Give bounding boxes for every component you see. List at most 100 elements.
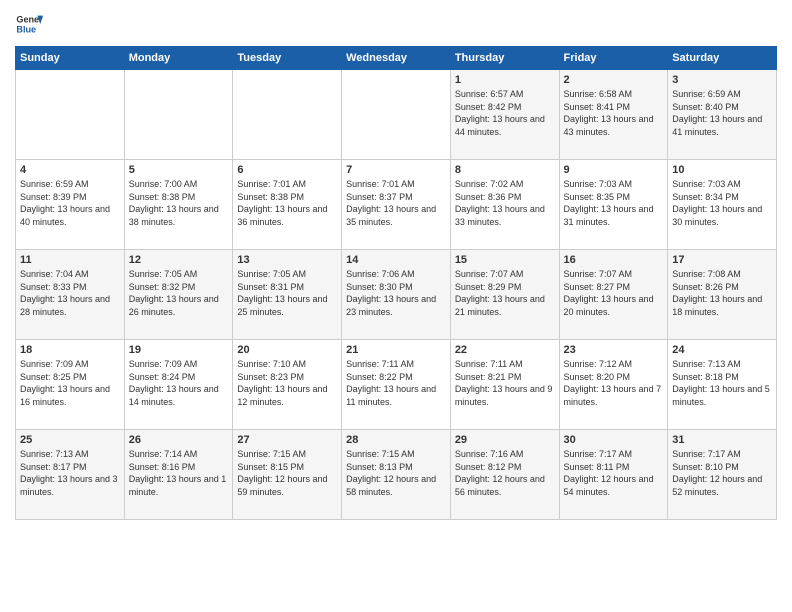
calendar-cell: 19 Sunrise: 7:09 AMSunset: 8:24 PMDayligh… [124, 340, 233, 430]
calendar-cell: 28 Sunrise: 7:15 AMSunset: 8:13 PMDayligh… [342, 430, 451, 520]
day-number: 20 [237, 344, 337, 356]
day-info: Sunrise: 7:08 AMSunset: 8:26 PMDaylight:… [672, 268, 772, 318]
calendar-cell: 2 Sunrise: 6:58 AMSunset: 8:41 PMDaylight… [559, 70, 668, 160]
day-info: Sunrise: 7:07 AMSunset: 8:27 PMDaylight:… [564, 268, 664, 318]
svg-text:Blue: Blue [16, 24, 36, 34]
calendar-cell: 15 Sunrise: 7:07 AMSunset: 8:29 PMDayligh… [450, 250, 559, 340]
calendar-cell: 8 Sunrise: 7:02 AMSunset: 8:36 PMDaylight… [450, 160, 559, 250]
day-info: Sunrise: 6:57 AMSunset: 8:42 PMDaylight:… [455, 88, 555, 138]
day-number: 19 [129, 344, 229, 356]
weekday-header-tuesday: Tuesday [233, 47, 342, 70]
calendar-cell [342, 70, 451, 160]
weekday-header-sunday: Sunday [16, 47, 125, 70]
calendar-cell: 26 Sunrise: 7:14 AMSunset: 8:16 PMDayligh… [124, 430, 233, 520]
day-number: 18 [20, 344, 120, 356]
calendar-table: SundayMondayTuesdayWednesdayThursdayFrid… [15, 46, 777, 520]
weekday-header-wednesday: Wednesday [342, 47, 451, 70]
calendar-cell: 25 Sunrise: 7:13 AMSunset: 8:17 PMDayligh… [16, 430, 125, 520]
calendar-cell: 27Sunrise: 7:15 AMSunset: 8:15 PMDayligh… [233, 430, 342, 520]
day-info: Sunrise: 7:09 AMSunset: 8:25 PMDaylight:… [20, 358, 120, 408]
day-info: Sunrise: 7:05 AMSunset: 8:32 PMDaylight:… [129, 268, 229, 318]
day-number: 10 [672, 164, 772, 176]
day-number: 27 [237, 434, 337, 446]
day-number: 2 [564, 74, 664, 86]
day-info: Sunrise: 7:13 AMSunset: 8:18 PMDaylight:… [672, 358, 772, 408]
calendar-cell: 22 Sunrise: 7:11 AMSunset: 8:21 PMDayligh… [450, 340, 559, 430]
day-info: Sunrise: 7:03 AMSunset: 8:35 PMDaylight:… [564, 178, 664, 228]
day-number: 14 [346, 254, 446, 266]
day-number: 23 [564, 344, 664, 356]
weekday-header-friday: Friday [559, 47, 668, 70]
page-header: General Blue [15, 10, 777, 38]
day-info: Sunrise: 7:14 AMSunset: 8:16 PMDaylight:… [129, 448, 229, 498]
day-info: Sunrise: 7:01 AMSunset: 8:38 PMDaylight:… [237, 178, 337, 228]
calendar-cell: 4 Sunrise: 6:59 AMSunset: 8:39 PMDaylight… [16, 160, 125, 250]
logo-icon: General Blue [15, 10, 43, 38]
day-info: Sunrise: 7:02 AMSunset: 8:36 PMDaylight:… [455, 178, 555, 228]
day-number: 31 [672, 434, 772, 446]
day-info: Sunrise: 6:59 AMSunset: 8:39 PMDaylight:… [20, 178, 120, 228]
calendar-cell [16, 70, 125, 160]
day-info: Sunrise: 6:58 AMSunset: 8:41 PMDaylight:… [564, 88, 664, 138]
calendar-cell: 31 Sunrise: 7:17 AMSunset: 8:10 PMDayligh… [668, 430, 777, 520]
weekday-header-row: SundayMondayTuesdayWednesdayThursdayFrid… [16, 47, 777, 70]
day-number: 25 [20, 434, 120, 446]
day-info: Sunrise: 7:13 AMSunset: 8:17 PMDaylight:… [20, 448, 120, 498]
day-number: 29 [455, 434, 555, 446]
day-number: 28 [346, 434, 446, 446]
calendar-cell [233, 70, 342, 160]
calendar-cell: 21Sunrise: 7:11 AMSunset: 8:22 PMDayligh… [342, 340, 451, 430]
calendar-cell: 6 Sunrise: 7:01 AMSunset: 8:38 PMDaylight… [233, 160, 342, 250]
calendar-cell: 12 Sunrise: 7:05 AMSunset: 8:32 PMDayligh… [124, 250, 233, 340]
day-info: Sunrise: 7:16 AMSunset: 8:12 PMDaylight:… [455, 448, 555, 498]
calendar-cell: 20Sunrise: 7:10 AMSunset: 8:23 PMDayligh… [233, 340, 342, 430]
day-number: 21 [346, 344, 446, 356]
weekday-header-saturday: Saturday [668, 47, 777, 70]
calendar-cell: 18 Sunrise: 7:09 AMSunset: 8:25 PMDayligh… [16, 340, 125, 430]
calendar-week-row: 18 Sunrise: 7:09 AMSunset: 8:25 PMDayligh… [16, 340, 777, 430]
calendar-cell: 13 Sunrise: 7:05 AMSunset: 8:31 PMDayligh… [233, 250, 342, 340]
calendar-cell [124, 70, 233, 160]
calendar-cell: 17 Sunrise: 7:08 AMSunset: 8:26 PMDayligh… [668, 250, 777, 340]
calendar-cell: 10 Sunrise: 7:03 AMSunset: 8:34 PMDayligh… [668, 160, 777, 250]
day-info: Sunrise: 7:03 AMSunset: 8:34 PMDaylight:… [672, 178, 772, 228]
calendar-cell: 24 Sunrise: 7:13 AMSunset: 8:18 PMDayligh… [668, 340, 777, 430]
day-info: Sunrise: 7:12 AMSunset: 8:20 PMDaylight:… [564, 358, 664, 408]
day-number: 12 [129, 254, 229, 266]
calendar-cell: 7Sunrise: 7:01 AMSunset: 8:37 PMDaylight… [342, 160, 451, 250]
day-number: 26 [129, 434, 229, 446]
day-info: Sunrise: 7:17 AMSunset: 8:10 PMDaylight:… [672, 448, 772, 498]
calendar-cell: 3Sunrise: 6:59 AMSunset: 8:40 PMDaylight… [668, 70, 777, 160]
day-number: 17 [672, 254, 772, 266]
day-info: Sunrise: 7:05 AMSunset: 8:31 PMDaylight:… [237, 268, 337, 318]
day-number: 30 [564, 434, 664, 446]
calendar-cell: 30Sunrise: 7:17 AMSunset: 8:11 PMDayligh… [559, 430, 668, 520]
day-number: 24 [672, 344, 772, 356]
day-number: 9 [564, 164, 664, 176]
day-info: Sunrise: 7:07 AMSunset: 8:29 PMDaylight:… [455, 268, 555, 318]
day-number: 22 [455, 344, 555, 356]
calendar-cell: 23 Sunrise: 7:12 AMSunset: 8:20 PMDayligh… [559, 340, 668, 430]
calendar-week-row: 4 Sunrise: 6:59 AMSunset: 8:39 PMDaylight… [16, 160, 777, 250]
day-number: 8 [455, 164, 555, 176]
calendar-cell: 9 Sunrise: 7:03 AMSunset: 8:35 PMDaylight… [559, 160, 668, 250]
day-number: 3 [672, 74, 772, 86]
weekday-header-thursday: Thursday [450, 47, 559, 70]
calendar-week-row: 25 Sunrise: 7:13 AMSunset: 8:17 PMDayligh… [16, 430, 777, 520]
day-info: Sunrise: 7:09 AMSunset: 8:24 PMDaylight:… [129, 358, 229, 408]
calendar-cell: 16Sunrise: 7:07 AMSunset: 8:27 PMDayligh… [559, 250, 668, 340]
logo: General Blue [15, 10, 43, 38]
day-number: 4 [20, 164, 120, 176]
day-info: Sunrise: 7:06 AMSunset: 8:30 PMDaylight:… [346, 268, 446, 318]
day-info: Sunrise: 7:11 AMSunset: 8:21 PMDaylight:… [455, 358, 555, 408]
calendar-week-row: 11 Sunrise: 7:04 AMSunset: 8:33 PMDayligh… [16, 250, 777, 340]
day-number: 1 [455, 74, 555, 86]
day-info: Sunrise: 7:04 AMSunset: 8:33 PMDaylight:… [20, 268, 120, 318]
day-number: 13 [237, 254, 337, 266]
day-number: 6 [237, 164, 337, 176]
day-info: Sunrise: 7:00 AMSunset: 8:38 PMDaylight:… [129, 178, 229, 228]
day-info: Sunrise: 7:15 AMSunset: 8:13 PMDaylight:… [346, 448, 446, 498]
calendar-cell: 11 Sunrise: 7:04 AMSunset: 8:33 PMDayligh… [16, 250, 125, 340]
day-number: 11 [20, 254, 120, 266]
day-number: 15 [455, 254, 555, 266]
